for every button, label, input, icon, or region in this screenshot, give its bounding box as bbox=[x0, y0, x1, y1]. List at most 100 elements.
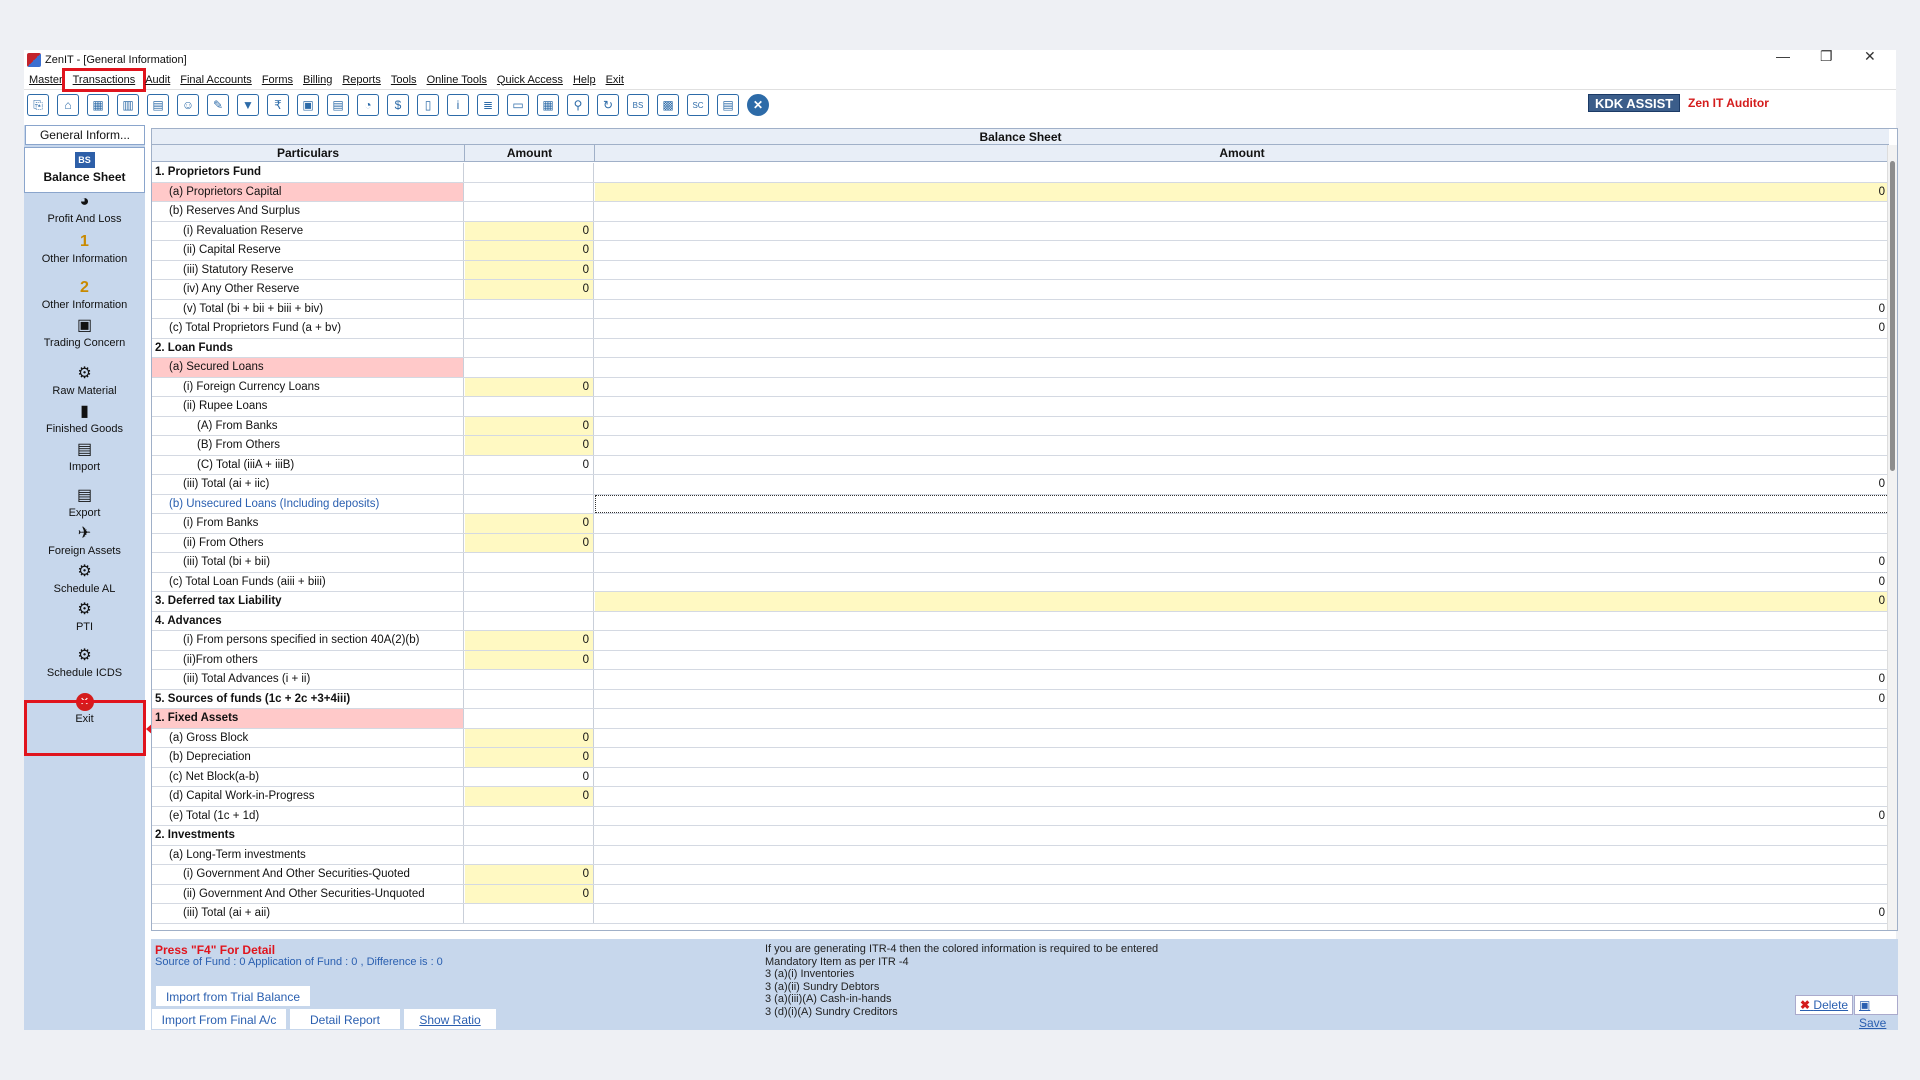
amount-cell[interactable]: 0 bbox=[465, 865, 594, 884]
table-row[interactable]: (ii)From others 0 bbox=[152, 650, 1889, 670]
sidebar-item-other-information-2[interactable]: 2 Other Information bbox=[24, 279, 145, 311]
tax-icon[interactable]: ₹ bbox=[267, 94, 289, 116]
book-icon[interactable]: ▯ bbox=[417, 94, 439, 116]
menu-quick-access[interactable]: Quick Access bbox=[492, 74, 568, 86]
amount-cell[interactable]: 0 bbox=[465, 748, 594, 767]
kdk-assist-button[interactable]: KDK ASSIST bbox=[1588, 94, 1681, 112]
sidebar-item-import[interactable]: ▤ Import bbox=[24, 441, 145, 473]
sidebar-tab-general-information[interactable]: General Inform... bbox=[25, 125, 145, 145]
table-row[interactable]: (iii) Total (ai + iic) 0 bbox=[152, 475, 1889, 495]
table-row[interactable]: 1. Fixed Assets bbox=[152, 709, 1889, 729]
table-row[interactable]: (e) Total (1c + 1d) 0 bbox=[152, 806, 1889, 826]
table-row[interactable]: 5. Sources of funds (1c + 2c +3+4iii) 0 bbox=[152, 689, 1889, 709]
refresh-icon[interactable]: ↻ bbox=[597, 94, 619, 116]
delete-button[interactable]: ✖ Delete bbox=[1795, 995, 1854, 1015]
import-trial-balance-tab[interactable]: Import from Trial Balance bbox=[155, 985, 311, 1007]
menu-help[interactable]: Help bbox=[568, 74, 601, 86]
table-row[interactable]: (c) Net Block(a-b) 0 bbox=[152, 767, 1889, 787]
bs-icon[interactable]: BS bbox=[627, 94, 649, 116]
table-row[interactable]: (v) Total (bi + bii + biii + biv) 0 bbox=[152, 299, 1889, 319]
disk-icon[interactable]: ▣ bbox=[297, 94, 319, 116]
menu-billing[interactable]: Billing bbox=[298, 74, 337, 86]
table-row[interactable]: (ii) Government And Other Securities-Unq… bbox=[152, 884, 1889, 904]
total-amount-cell[interactable]: 0 bbox=[595, 182, 1889, 201]
sidebar-item-pti[interactable]: ⚙ PTI bbox=[24, 601, 145, 633]
menu-audit[interactable]: Audit bbox=[140, 74, 175, 86]
table-row[interactable]: 2. Investments bbox=[152, 826, 1889, 846]
table-row[interactable]: (b) Reserves And Surplus bbox=[152, 202, 1889, 222]
total-amount-cell[interactable]: 0 bbox=[595, 592, 1889, 611]
table-row[interactable]: (b) Unsecured Loans (Including deposits) bbox=[152, 494, 1889, 514]
sidebar-item-other-information-1[interactable]: 1 Other Information bbox=[24, 233, 145, 265]
amount-cell[interactable]: 0 bbox=[465, 260, 594, 279]
table-row[interactable]: (iii) Statutory Reserve 0 bbox=[152, 260, 1889, 280]
chart-icon[interactable]: ▥ bbox=[117, 94, 139, 116]
table-row[interactable]: (ii) Rupee Loans bbox=[152, 397, 1889, 417]
table-row[interactable]: (c) Total Loan Funds (aiii + biii) 0 bbox=[152, 572, 1889, 592]
table-row[interactable]: (a) Secured Loans bbox=[152, 358, 1889, 378]
detail-report-tab[interactable]: Detail Report bbox=[289, 1008, 401, 1030]
minimize-icon[interactable]: — bbox=[1776, 48, 1790, 64]
menu-final-accounts[interactable]: Final Accounts bbox=[175, 74, 257, 86]
open-icon[interactable]: ⎘ bbox=[27, 94, 49, 116]
doc-icon[interactable]: ▭ bbox=[507, 94, 529, 116]
table-row[interactable]: 4. Advances bbox=[152, 611, 1889, 631]
table-row[interactable]: (iii) Total (ai + aii) 0 bbox=[152, 904, 1889, 924]
filter-icon[interactable]: ▼ bbox=[237, 94, 259, 116]
amount-cell[interactable]: 0 bbox=[465, 650, 594, 669]
menu-master[interactable]: Master bbox=[24, 74, 68, 86]
table-row[interactable]: (C) Total (iiiA + iiiB) 0 bbox=[152, 455, 1889, 475]
table-row[interactable]: (a) Gross Block 0 bbox=[152, 728, 1889, 748]
menu-tools[interactable]: Tools bbox=[386, 74, 422, 86]
menu-forms[interactable]: Forms bbox=[257, 74, 298, 86]
scrollbar-thumb[interactable] bbox=[1890, 161, 1895, 471]
sidebar-item-schedule-al[interactable]: ⚙ Schedule AL bbox=[24, 563, 145, 595]
save-button[interactable]: ▣ Save bbox=[1854, 995, 1898, 1030]
sidebar-item-foreign-assets[interactable]: ✈ Foreign Assets bbox=[24, 525, 145, 557]
amount-cell[interactable]: 0 bbox=[465, 221, 594, 240]
amount-cell[interactable]: 0 bbox=[465, 787, 594, 806]
amount-cell[interactable]: 0 bbox=[465, 241, 594, 260]
table-row[interactable]: (d) Capital Work-in-Progress 0 bbox=[152, 787, 1889, 807]
info-icon[interactable]: i bbox=[447, 94, 469, 116]
sidebar-item-schedule-icds[interactable]: ⚙ Schedule ICDS bbox=[24, 647, 145, 679]
amount-cell[interactable]: 0 bbox=[465, 280, 594, 299]
table-row[interactable]: 3. Deferred tax Liability 0 bbox=[152, 592, 1889, 612]
table-row[interactable]: (iii) Total (bi + bii) 0 bbox=[152, 553, 1889, 573]
table-row[interactable]: (a) Long-Term investments bbox=[152, 845, 1889, 865]
amount-cell[interactable]: 0 bbox=[465, 377, 594, 396]
tools-icon[interactable]: ✎ bbox=[207, 94, 229, 116]
vertical-scrollbar[interactable] bbox=[1887, 145, 1897, 930]
restore-icon[interactable]: ❐ bbox=[1820, 48, 1833, 65]
table-row[interactable]: (iv) Any Other Reserve 0 bbox=[152, 280, 1889, 300]
amount-cell[interactable]: 0 bbox=[465, 436, 594, 455]
sidebar-item-profit-and-loss[interactable]: ◕ Profit And Loss bbox=[24, 193, 145, 225]
table-row[interactable]: (c) Total Proprietors Fund (a + bv) 0 bbox=[152, 319, 1889, 339]
table-row[interactable]: (ii) From Others 0 bbox=[152, 533, 1889, 553]
menu-exit[interactable]: Exit bbox=[601, 74, 629, 86]
calculator-icon[interactable]: ▦ bbox=[87, 94, 109, 116]
home-icon[interactable]: ⌂ bbox=[57, 94, 79, 116]
map-icon[interactable]: ⚲ bbox=[567, 94, 589, 116]
table-row[interactable]: (B) From Others 0 bbox=[152, 436, 1889, 456]
pay-icon[interactable]: $ bbox=[387, 94, 409, 116]
table-row[interactable]: (A) From Banks 0 bbox=[152, 416, 1889, 436]
ledger-icon[interactable]: ▤ bbox=[717, 94, 739, 116]
table-row[interactable]: (i) Revaluation Reserve 0 bbox=[152, 221, 1889, 241]
table-row[interactable]: (iii) Total Advances (i + ii) 0 bbox=[152, 670, 1889, 690]
sidebar-item-trading-concern[interactable]: ▣ Trading Concern bbox=[24, 317, 145, 349]
amount-cell[interactable]: 0 bbox=[465, 631, 594, 650]
people-icon[interactable]: ☺ bbox=[177, 94, 199, 116]
show-ratio-tab[interactable]: Show Ratio bbox=[403, 1008, 497, 1030]
print-icon[interactable]: ▩ bbox=[657, 94, 679, 116]
amount-cell[interactable]: 0 bbox=[465, 728, 594, 747]
menu-reports[interactable]: Reports bbox=[337, 74, 386, 86]
amount-cell[interactable]: 0 bbox=[465, 514, 594, 533]
calendar-icon[interactable]: ▦ bbox=[537, 94, 559, 116]
table-row[interactable]: (i) From Banks 0 bbox=[152, 514, 1889, 534]
sidebar-item-export[interactable]: ▤ Export bbox=[24, 487, 145, 519]
gift-icon[interactable]: ▤ bbox=[147, 94, 169, 116]
menu-online-tools[interactable]: Online Tools bbox=[422, 74, 492, 86]
table-row[interactable]: (i) Government And Other Securities-Quot… bbox=[152, 865, 1889, 885]
close-window-icon[interactable]: ✕ bbox=[1864, 48, 1876, 65]
